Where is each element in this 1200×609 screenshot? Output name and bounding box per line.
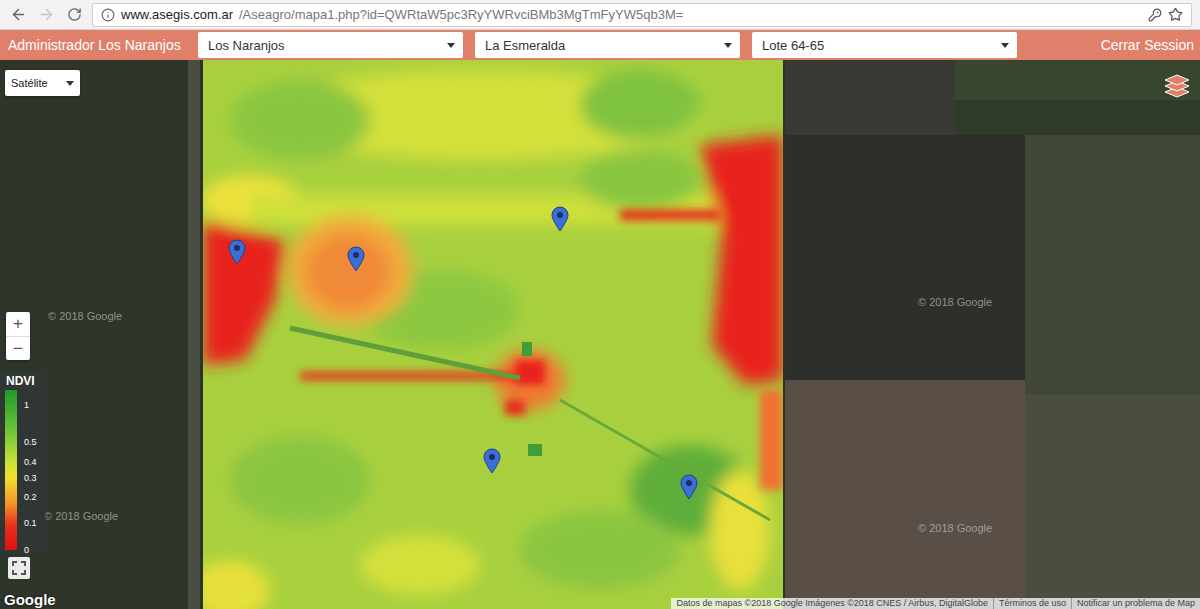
map-type-select[interactable]: Satélite — [5, 70, 80, 96]
browser-toolbar: www.asegis.com.ar/Aseagro/mapa1.php?id=Q… — [0, 0, 1200, 30]
map-watermark: © 2018 Google — [918, 296, 992, 308]
filter-select[interactable]: La Esmeralda — [475, 32, 740, 58]
map-pin-icon[interactable] — [551, 206, 569, 232]
address-bar[interactable]: www.asegis.com.ar/Aseagro/mapa1.php?id=Q… — [92, 3, 1192, 27]
url-host: www.asegis.com.ar — [121, 7, 233, 22]
map[interactable]: © 2018 Google © 2018 Google © 2018 Google ©… — [0, 60, 1200, 609]
filter-select[interactable]: Los Naranjos — [198, 32, 463, 58]
legend-title: NDVI — [6, 374, 35, 388]
caret-icon — [66, 81, 74, 86]
map-watermark: © 2018 Google — [48, 310, 122, 322]
key-icon[interactable] — [1148, 8, 1162, 22]
legend-tick: 0.1 — [24, 518, 37, 528]
url-path: /Aseagro/mapa1.php?id=QWRtaW5pc3RyYWRvci… — [239, 7, 683, 22]
layers-icon[interactable] — [1162, 70, 1192, 100]
admin-title: Administrador Los Naranjos — [8, 37, 186, 53]
forward-icon[interactable] — [36, 5, 56, 25]
zoom-in-button[interactable]: + — [6, 312, 30, 336]
page: www.asegis.com.ar/Aseagro/mapa1.php?id=Q… — [0, 0, 1200, 609]
app-header: Administrador Los Naranjos Los Naranjos La… — [0, 30, 1200, 60]
zoom-out-button[interactable]: − — [6, 336, 30, 360]
google-logo: Google — [4, 591, 56, 608]
legend-tick: 0.2 — [24, 492, 37, 502]
reload-icon[interactable] — [64, 5, 84, 25]
map-watermark: © 2018 Google — [44, 510, 118, 522]
map-pin-icon[interactable] — [347, 246, 365, 272]
legend-gradient — [5, 390, 17, 550]
star-icon[interactable] — [1168, 7, 1183, 22]
legend-tick: 0.5 — [24, 437, 37, 447]
zoom-control: +− — [6, 312, 30, 360]
map-pin-icon[interactable] — [680, 474, 698, 500]
map-pin-icon[interactable] — [228, 239, 246, 265]
ndvi-legend: NDVI 1 0.5 0.4 0.3 0.2 0.1 0 — [0, 372, 46, 554]
attribution-item[interactable]: Términos de uso — [993, 598, 1071, 609]
legend-tick: 1 — [24, 400, 29, 410]
map-watermark: © 2018 Google — [918, 522, 992, 534]
fullscreen-icon[interactable] — [8, 557, 30, 579]
map-attribution: Datos de mapas ©2018 Google Imágenes ©20… — [671, 598, 1200, 609]
legend-tick: 0 — [24, 545, 29, 555]
attribution-item[interactable]: Notificar un problema de Map — [1071, 598, 1200, 609]
logout-link[interactable]: Cerrar Session — [1101, 37, 1194, 53]
info-icon[interactable] — [101, 8, 115, 22]
back-icon[interactable] — [8, 5, 28, 25]
map-pin-icon[interactable] — [483, 448, 501, 474]
caret-icon — [724, 43, 732, 48]
filter-select[interactable]: Lote 64-65 — [752, 32, 1017, 58]
legend-tick: 0.4 — [24, 457, 37, 467]
caret-icon — [447, 43, 455, 48]
attribution-item: Datos de mapas ©2018 Google Imágenes ©20… — [671, 598, 992, 609]
satellite-map[interactable] — [0, 60, 1200, 609]
caret-icon — [1001, 43, 1009, 48]
legend-tick: 0.3 — [24, 473, 37, 483]
